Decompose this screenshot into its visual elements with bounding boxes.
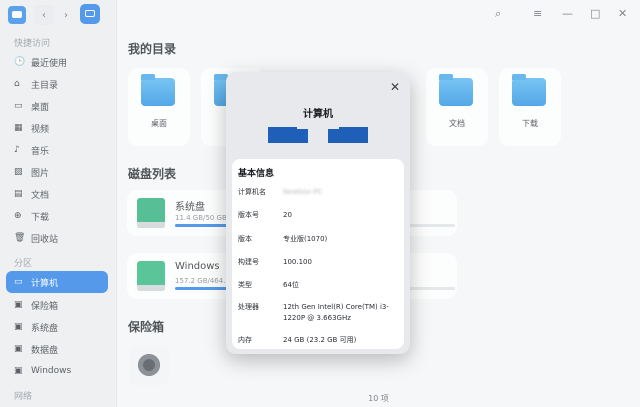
info-value: 20	[283, 211, 292, 219]
info-key: 处理器	[238, 303, 259, 311]
dialog-title: 计算机	[303, 109, 333, 120]
info-value: 12th Gen Intel(R) Core(TM) i3-1220P @ 3.…	[283, 303, 389, 322]
file-manager-window: 快捷访问 🕒 最近使用 ⌂ 主目录 ▭ 桌面 ▦ 视频 ♪ 音乐 ▨ 图片 ▤ 文档 ⊕ 下载 …	[0, 0, 640, 407]
info-key: 版本	[238, 235, 252, 243]
info-key: 版本号	[238, 211, 259, 219]
os-logo-left	[268, 123, 309, 143]
info-key: 类型	[238, 281, 252, 289]
info-section-title: 基本信息	[238, 169, 275, 179]
info-value: 100.100	[283, 258, 312, 266]
info-key: 内存	[238, 336, 252, 344]
info-key: 构建号	[238, 258, 259, 266]
os-logo-right	[327, 123, 368, 143]
info-key: 计算机名	[238, 188, 266, 196]
info-value: 专业版(1070)	[283, 235, 328, 243]
info-value: Newbox-PC	[283, 188, 323, 196]
info-value: 24 GB (23.2 GB 可用)	[283, 336, 357, 344]
close-icon[interactable]: ✕	[388, 80, 402, 94]
info-value: 64位	[283, 281, 299, 289]
computer-properties-dialog: ✕ 计算机 基本信息 计算机名 Newbox-PC 版本号 20 版本 专业版(…	[226, 72, 410, 354]
basic-info-panel: 基本信息 计算机名 Newbox-PC 版本号 20 版本 专业版(1070) …	[232, 159, 404, 349]
